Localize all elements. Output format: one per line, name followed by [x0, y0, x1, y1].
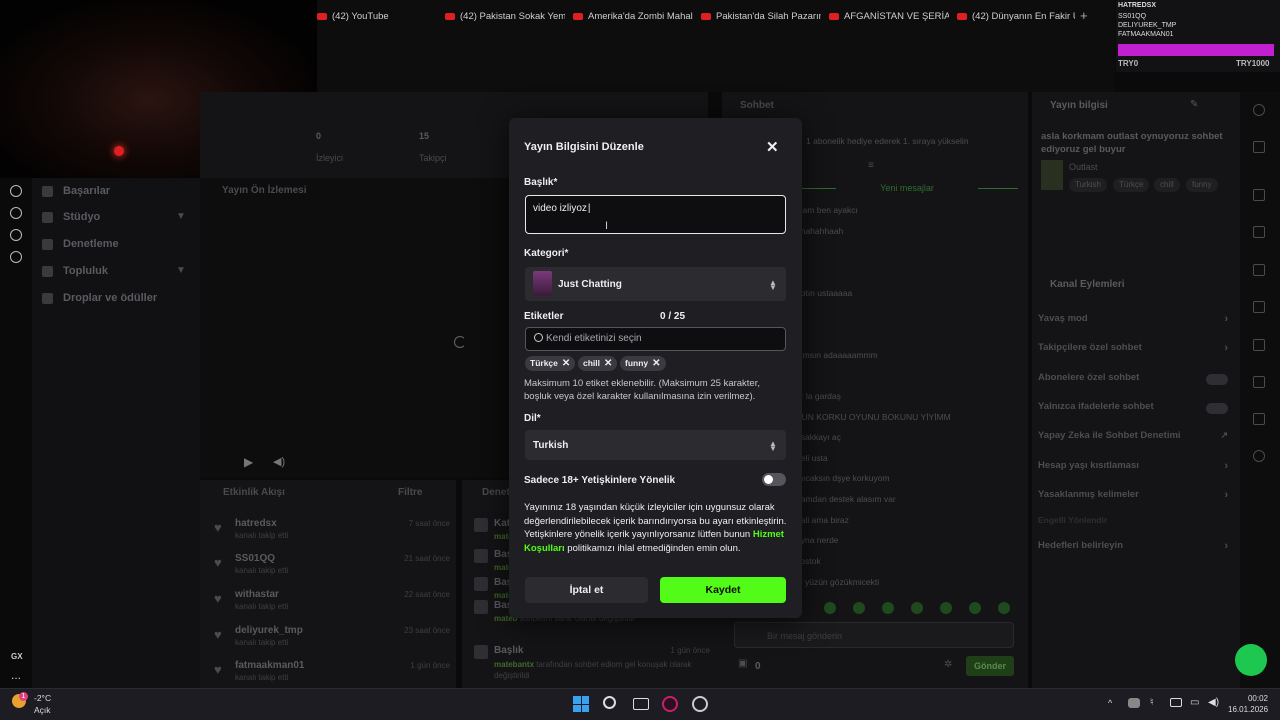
- title-input-value[interactable]: video izliyoz: [533, 203, 591, 214]
- tags-count: 0 / 25: [660, 311, 686, 322]
- language-value[interactable]: Turkish: [533, 440, 568, 451]
- select-arrows-icon: ▲ ▼: [769, 278, 777, 292]
- select-arrows-icon: ▲ ▼: [769, 439, 777, 453]
- category-value[interactable]: Just Chatting: [558, 279, 622, 290]
- category-thumbnail: [533, 271, 552, 296]
- close-icon[interactable]: ✕: [766, 138, 779, 156]
- remove-tag-icon[interactable]: ✕: [652, 356, 660, 371]
- save-button[interactable]: Kaydet: [660, 577, 786, 603]
- title-label: Başlık*: [524, 177, 558, 188]
- language-label: Dil*: [524, 413, 541, 424]
- cancel-button[interactable]: İptal et: [525, 577, 648, 603]
- search-icon: [534, 333, 543, 342]
- toggle-knob: [764, 475, 773, 484]
- text-cursor-icon: I: [605, 220, 609, 232]
- adult-content-toggle[interactable]: [762, 473, 786, 486]
- category-label: Kategori*: [524, 248, 569, 259]
- tag-chip: funny ✕: [620, 356, 666, 371]
- remove-tag-icon[interactable]: ✕: [604, 356, 612, 371]
- dialog-title: Yayın Bilgisini Düzenle: [524, 141, 644, 153]
- tag-chip: Türkçe ✕: [525, 356, 576, 371]
- tag-chip: chill ✕: [578, 356, 618, 371]
- remove-tag-icon[interactable]: ✕: [562, 356, 570, 371]
- adult-content-description: Yayınınız 18 yaşından küçük izleyiciler …: [524, 502, 787, 554]
- adult-content-label: Sadece 18+ Yetişkinlere Yönelik: [524, 475, 676, 486]
- tags-help-text: Maksimum 10 etiket eklenebilir. (Maksimu…: [524, 378, 760, 402]
- tag-search-placeholder[interactable]: Kendi etiketinizi seçin: [546, 333, 642, 344]
- title-input[interactable]: [525, 195, 786, 234]
- tags-label: Etiketler: [524, 311, 564, 322]
